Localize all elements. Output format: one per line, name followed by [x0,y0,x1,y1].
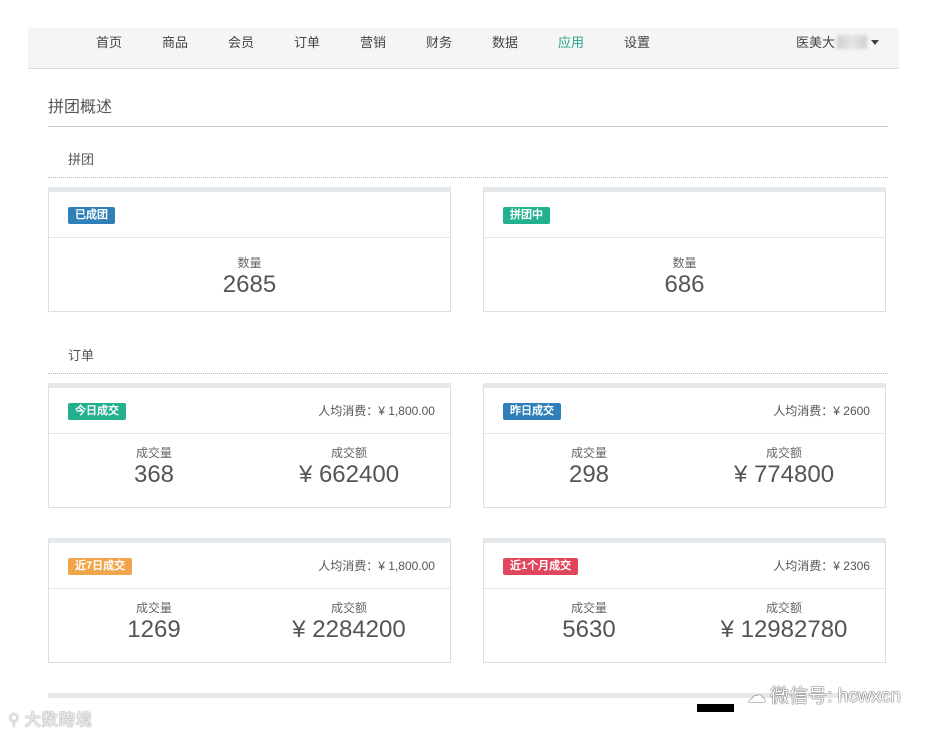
metric-volume: 成交量 298 [514,446,664,489]
nav-item-products[interactable]: 商品 [162,28,188,68]
metric-count: 数量 2685 [49,256,450,299]
redacted-text [837,35,867,49]
metric-label: 成交额 [330,601,367,615]
watermark-right-text: 微信号: hcwxcn [770,686,901,707]
section-divider [48,177,888,178]
metric-label: 成交额 [765,446,802,460]
metric-label: 成交量 [135,446,172,460]
watermark-left: ⚲ 大数跨境 [8,706,93,730]
metric-amount: 成交额 ¥ 12982780 [684,601,884,644]
metric-count: 数量 686 [484,256,885,299]
card-header: 拼团中 [484,192,885,238]
avg-spend: 人均消费：¥ 1,800.00 [318,404,435,418]
status-badge: 近1个月成交 [503,558,579,575]
status-badge: 拼团中 [503,207,550,224]
wechat-icon: ☁ [747,686,767,707]
metric-value: 5630 [562,616,616,643]
watermark-left-text: 大数跨境 [24,712,93,729]
card-header: 昨日成交 人均消费：¥ 2600 [484,388,885,434]
nav-item-apps[interactable]: 应用 [558,28,584,68]
metric-label: 成交量 [570,446,607,460]
card-header: 近7日成交 人均消费：¥ 1,800.00 [49,543,450,589]
title-divider [48,126,888,127]
card-7day-deals: 近7日成交 人均消费：¥ 1,800.00 成交量 1269 成交额 ¥ 228… [48,538,451,663]
card-header: 已成团 [49,192,450,238]
card-today-deals: 今日成交 人均消费：¥ 1,800.00 成交量 368 成交额 ¥ 66240… [48,383,451,508]
card-groups-in-progress: 拼团中 数量 686 [483,187,886,312]
card-yesterday-deals: 昨日成交 人均消费：¥ 2600 成交量 298 成交额 ¥ 774800 [483,383,886,508]
status-badge: 昨日成交 [503,403,561,420]
section-divider [48,373,888,374]
nav-item-orders[interactable]: 订单 [294,28,320,68]
metric-value: 1269 [127,616,181,643]
metric-amount: 成交额 ¥ 2284200 [254,601,444,644]
nav-item-members[interactable]: 会员 [228,28,254,68]
section-label-orders: 订单 [68,348,95,363]
user-name: 医美大 [795,35,835,50]
user-menu[interactable]: 医美大 [796,28,879,68]
top-nav-bar: 首页 商品 会员 订单 营销 财务 数据 应用 设置 医美大 [28,28,899,69]
metric-value: ¥ 12982780 [720,616,848,643]
card-header: 今日成交 人均消费：¥ 1,800.00 [49,388,450,434]
weibo-icon: ⚲ [8,712,21,729]
metric-value: 2685 [222,271,277,298]
card-groups-formed: 已成团 数量 2685 [48,187,451,312]
nav-item-settings[interactable]: 设置 [624,28,650,68]
metric-label: 数量 [237,256,262,270]
status-badge: 今日成交 [68,403,126,420]
avg-spend: 人均消费：¥ 2600 [773,404,870,418]
metric-volume: 成交量 1269 [79,601,229,644]
metric-amount: 成交额 ¥ 774800 [699,446,869,489]
metric-amount: 成交额 ¥ 662400 [264,446,434,489]
black-strip [697,704,734,712]
nav-item-finance[interactable]: 财务 [426,28,452,68]
status-badge: 已成团 [68,207,115,224]
avg-spend: 人均消费：¥ 1,800.00 [318,559,435,573]
metric-volume: 成交量 5630 [514,601,664,644]
nav-item-marketing[interactable]: 营销 [360,28,386,68]
nav-item-home[interactable]: 首页 [96,28,122,68]
card-header: 近1个月成交 人均消费：¥ 2306 [484,543,885,589]
metric-value: ¥ 2284200 [292,616,406,643]
card-1month-deals: 近1个月成交 人均消费：¥ 2306 成交量 5630 成交额 ¥ 129827… [483,538,886,663]
watermark-right: ☁ 微信号: hcwxcn [747,681,901,708]
metric-value: ¥ 774800 [733,461,835,488]
metric-label: 数量 [672,256,697,270]
avg-spend: 人均消费：¥ 2306 [773,559,870,573]
status-badge: 近7日成交 [68,558,133,575]
metric-label: 成交额 [330,446,367,460]
metric-volume: 成交量 368 [79,446,229,489]
metric-label: 成交量 [135,601,172,615]
metric-value: 368 [133,461,175,488]
caret-down-icon [871,40,879,45]
page-title: 拼团概述 [48,99,113,116]
section-label-groupbuy: 拼团 [68,152,95,167]
nav-item-data[interactable]: 数据 [492,28,518,68]
metric-value: 298 [568,461,610,488]
metric-label: 成交量 [570,601,607,615]
metric-value: 686 [664,271,705,298]
metric-value: ¥ 662400 [298,461,400,488]
metric-label: 成交额 [765,601,802,615]
